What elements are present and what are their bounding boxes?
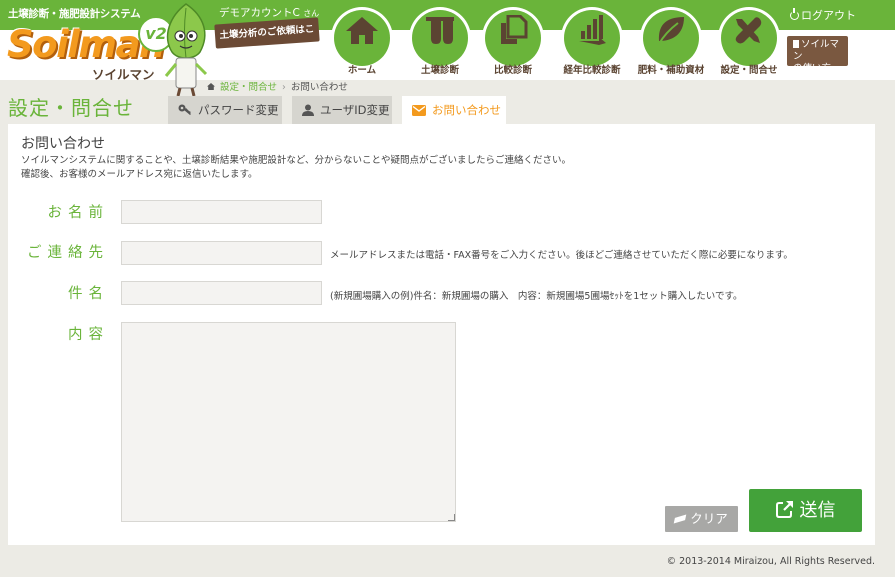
tab-label: パスワード変更	[198, 103, 279, 117]
nav-fertilizer[interactable]: 肥料・補助資材	[638, 7, 704, 76]
nav-label: 比較診断	[493, 65, 532, 76]
tab-contact[interactable]: お問い合わせ	[402, 96, 506, 124]
mascot-icon	[164, 3, 208, 97]
home-icon	[331, 14, 393, 46]
breadcrumb: 設定・問合せ › お問い合わせ	[207, 79, 348, 93]
form-description-line1: ソイルマンシステムに関することや、土壌診断結果や施肥設計など、分からないことや疑…	[21, 155, 571, 166]
send-label: 送信	[799, 500, 836, 521]
send-button[interactable]: 送信	[749, 489, 862, 532]
clear-label: クリア	[690, 511, 728, 526]
book-icon	[793, 40, 799, 48]
nav-label: 設定・問合せ	[720, 65, 778, 76]
user-icon	[302, 98, 314, 126]
nav-label: 経年比較診断	[563, 65, 621, 76]
subject-hint: (新規圃場購入の例)件名：新規圃場の購入 内容：新規圃場5圃場ｾｯﾄを1セット購…	[330, 291, 743, 302]
nav-label: 肥料・補助資材	[637, 65, 705, 76]
guide-label-1: ソイルマン	[793, 39, 840, 62]
nav-home[interactable]: ホーム	[331, 7, 393, 76]
name-label: お名前	[47, 205, 109, 221]
tab-userid-change[interactable]: ユーザID変更	[292, 96, 392, 124]
guide-label-2: の使い方	[793, 63, 832, 74]
nav-label: ホーム	[347, 65, 377, 76]
contact-label: ご連絡先	[27, 245, 109, 261]
logout-label: ログアウト	[801, 9, 856, 22]
copyright: © 2013-2014 Miraizou, All Rights Reserve…	[666, 556, 875, 567]
logo[interactable]: Soilman ソイルマン v2	[4, 3, 209, 97]
breadcrumb-separator: ›	[282, 82, 286, 93]
contact-hint: メールアドレスまたは電話・FAX番号をご入力ください。後ほどご連絡させていただく…	[330, 250, 793, 261]
copy-icon	[482, 14, 544, 46]
key-icon	[178, 98, 192, 126]
leaf-icon	[640, 14, 702, 46]
tab-label: お問い合わせ	[432, 103, 501, 117]
chart-arrow-icon	[561, 14, 623, 46]
name-input[interactable]	[121, 200, 322, 224]
nav-settings[interactable]: 設定・問合せ	[718, 7, 780, 76]
nav-soil-diagnosis[interactable]: 土壌診断	[409, 7, 471, 76]
clear-button[interactable]: クリア	[665, 506, 738, 532]
subject-input[interactable]	[121, 281, 322, 305]
breadcrumb-current: お問い合わせ	[290, 82, 348, 93]
power-icon	[790, 8, 799, 20]
tools-icon	[718, 14, 780, 46]
tab-label: ユーザID変更	[320, 103, 390, 117]
resize-grip[interactable]	[448, 514, 455, 521]
breadcrumb-parent-link[interactable]: 設定・問合せ	[220, 82, 277, 93]
form-title: お問い合わせ	[21, 136, 105, 152]
nav-yearly-compare[interactable]: 経年比較診断	[561, 7, 623, 76]
form-description-line2: 確認後、お客様のメールアドレス宛に返信いたします。	[21, 168, 258, 180]
content-textarea[interactable]	[121, 322, 456, 522]
external-link-icon	[775, 491, 794, 534]
header: 土壌診断・施肥設計システム デモアカウントC さん ログアウト Soilman …	[0, 0, 895, 97]
nav-compare-diagnosis[interactable]: 比較診断	[482, 7, 544, 76]
how-to-use-button[interactable]: ソイルマン の使い方	[787, 36, 848, 74]
tab-password-change[interactable]: パスワード変更	[168, 96, 282, 124]
page-title: 設定・問合せ	[8, 96, 134, 120]
contact-form-panel: お問い合わせ ソイルマンシステムに関することや、土壌診断結果や施肥設計など、分か…	[8, 124, 875, 545]
user-name-text: デモアカウントC	[219, 7, 300, 19]
logo-brand-kana: ソイルマン	[92, 67, 155, 82]
contact-input[interactable]	[121, 241, 322, 265]
eraser-icon	[673, 514, 687, 524]
home-small-icon	[207, 83, 215, 90]
content-label: 内容	[68, 327, 109, 343]
flask-icon	[409, 14, 471, 46]
subject-label: 件名	[68, 286, 109, 302]
logout-link[interactable]: ログアウト	[790, 7, 856, 23]
form-description: ソイルマンシステムに関することや、土壌診断結果や施肥設計など、分からないことや疑…	[21, 154, 571, 181]
envelope-icon	[412, 98, 426, 126]
